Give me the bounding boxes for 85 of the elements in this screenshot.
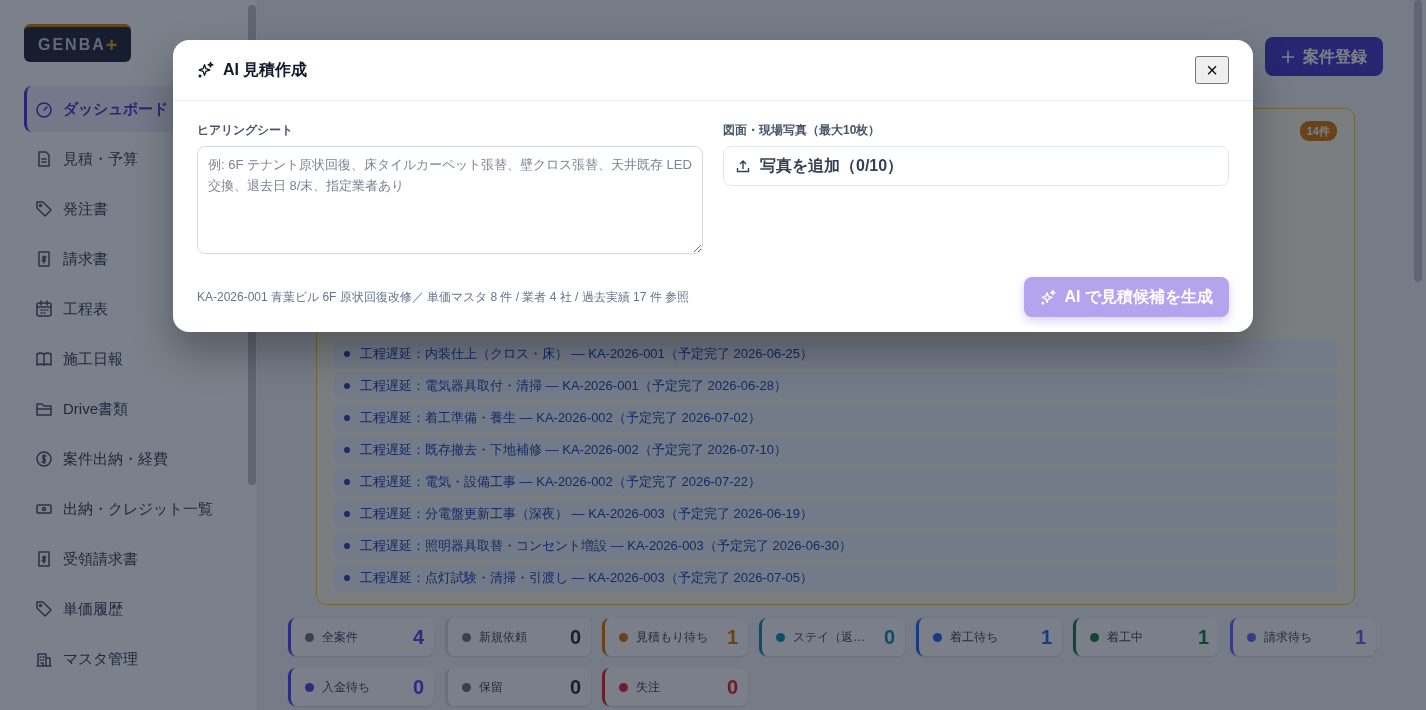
alert-item[interactable]: 工程遅延：既存撤去・下地補修 — KA-2026-002（予定完了 2026-07-10） xyxy=(334,436,1337,464)
status-count: 1 xyxy=(726,625,738,650)
alert-item[interactable]: 工程遅延：分電盤更新工事（深夜） — KA-2026-003（予定完了 2026-06-19） xyxy=(334,500,1337,528)
alert-text: 工程遅延：点灯試験・清掃・引渡し — KA-2026-003（予定完了 2026-07-05） xyxy=(360,569,813,588)
sidebar-item[interactable]: 受領請求書 xyxy=(24,536,243,582)
alert-text: 工程遅延：内装仕上（クロス・床） — KA-2026-001（予定完了 2026-06-25） xyxy=(360,345,813,364)
status-label: 新規依頼 xyxy=(479,629,528,646)
document-icon xyxy=(35,150,53,168)
status-card[interactable]: 着工待ち 1 xyxy=(916,618,1062,656)
status-label: 全案件 xyxy=(322,629,359,646)
sidebar-item[interactable]: 出納・クレジット一覧 xyxy=(24,486,243,532)
field-label: 図面・現場写真（最大10枚） xyxy=(723,122,882,139)
bullet-icon xyxy=(344,575,350,581)
input-field[interactable]: 例: 6F テナント原状回復、床タイルカーペット張替、壁クロス張替、天井既存 LED 交換、退去日 8/末、指定業者あり xyxy=(197,146,703,254)
plus-icon xyxy=(1281,49,1295,64)
receipt-icon xyxy=(35,250,53,268)
alert-item[interactable]: 工程遅延：点灯試験・清掃・引渡し — KA-2026-003（予定完了 2026-07-05） xyxy=(334,564,1337,592)
bullet-icon xyxy=(344,415,350,421)
bullet-icon xyxy=(344,351,350,357)
count-badge: 14件 xyxy=(1299,120,1337,142)
alert-item[interactable]: 工程遅延：内装仕上（クロス・床） — KA-2026-001（予定完了 2026-06-25） xyxy=(334,340,1337,368)
context-note: KA-2026-001 青葉ビル 6F 原状回復改修／ 単価マスタ 8 件 / 業者 4 社 / 過去実績 17 件 参照 xyxy=(197,289,690,306)
dollar-icon xyxy=(35,450,53,468)
bullet-icon xyxy=(344,543,350,549)
status-card[interactable]: 新規依頼 0 xyxy=(445,618,591,656)
close-button[interactable]: × xyxy=(1195,56,1229,84)
bullet-icon xyxy=(344,511,350,517)
status-label: 着工待ち xyxy=(950,629,999,646)
alert-item[interactable]: 工程遅延：照明器具取替・コンセント増設 — KA-2026-003（予定完了 2026-06-30） xyxy=(334,532,1337,560)
status-label: ステイ（返… xyxy=(793,629,866,646)
tag-icon xyxy=(35,600,53,618)
alert-text: 工程遅延：電気器具取付・清掃 — KA-2026-001（予定完了 2026-06-28） xyxy=(360,377,787,396)
status-card[interactable]: 保留 0 xyxy=(445,668,591,706)
logo: GENBA+ xyxy=(24,24,132,62)
status-count: 0 xyxy=(883,625,895,650)
status-count: 0 xyxy=(569,675,581,700)
alert-item[interactable]: 工程遅延：電気・設備工事 — KA-2026-002（予定完了 2026-07-22） xyxy=(334,468,1337,496)
status-count: 1 xyxy=(1354,625,1366,650)
status-label: 保留 xyxy=(479,679,504,696)
calendar-icon xyxy=(35,300,53,318)
status-count: 0 xyxy=(726,675,738,700)
status-card[interactable]: 見積もり待ち 1 xyxy=(602,618,748,656)
status-label: 入金待ち xyxy=(322,679,371,696)
modal-title: AI 見積作成 xyxy=(223,60,308,80)
sidebar-item[interactable]: Drive書類 xyxy=(24,386,243,432)
tag-icon xyxy=(35,200,53,218)
bullet-icon xyxy=(344,447,350,453)
status-label: 着工中 xyxy=(1107,629,1144,646)
status-count: 0 xyxy=(412,675,424,700)
receipt-icon xyxy=(35,550,53,568)
status-card[interactable]: 失注 0 xyxy=(602,668,748,706)
sparkle-icon xyxy=(1039,288,1057,306)
status-card[interactable]: ステイ（返… 0 xyxy=(759,618,905,656)
bullet-icon xyxy=(344,383,350,389)
sidebar-item[interactable]: 案件出納・経費 xyxy=(24,436,243,482)
status-count: 1 xyxy=(1040,625,1052,650)
alert-item[interactable]: 工程遅延：電気器具取付・清掃 — KA-2026-001（予定完了 2026-06-28） xyxy=(334,372,1337,400)
new-project-button[interactable]: 案件登録 xyxy=(1265,37,1383,76)
status-card[interactable]: 入金待ち 0 xyxy=(288,668,434,706)
building-icon xyxy=(35,650,53,668)
alert-text: 工程遅延：着工準備・養生 — KA-2026-002（予定完了 2026-07-02） xyxy=(360,409,761,428)
status-count: 0 xyxy=(569,625,581,650)
book-icon xyxy=(35,350,53,368)
alert-text: 工程遅延：電気・設備工事 — KA-2026-002（予定完了 2026-07-22） xyxy=(360,473,761,492)
status-card[interactable]: 全案件 4 xyxy=(288,618,434,656)
status-count: 4 xyxy=(412,625,424,650)
upload-icon xyxy=(736,159,750,173)
status-label: 請求待ち xyxy=(1264,629,1313,646)
status-label: 失注 xyxy=(636,679,661,696)
alert-text: 工程遅延：既存撤去・下地補修 — KA-2026-002（予定完了 2026-07-10） xyxy=(360,441,787,460)
alert-text: 工程遅延：分電盤更新工事（深夜） — KA-2026-003（予定完了 2026-06-19） xyxy=(360,505,813,524)
folder-icon xyxy=(35,400,53,418)
status-card[interactable]: 着工中 1 xyxy=(1073,618,1219,656)
sidebar-item[interactable]: 施工日報 xyxy=(24,336,243,382)
add-photo-button[interactable]: 写真を追加（0/10） xyxy=(723,146,1229,186)
sidebar-item[interactable]: 単価履歴 xyxy=(24,586,243,632)
gauge-icon xyxy=(35,100,53,118)
bullet-icon xyxy=(344,479,350,485)
alert-text: 工程遅延：照明器具取替・コンセント増設 — KA-2026-003（予定完了 2026-06-30） xyxy=(360,537,852,556)
status-count: 1 xyxy=(1197,625,1209,650)
sidebar-item[interactable]: マスタ管理 xyxy=(24,636,243,682)
status-label: 見積もり待ち xyxy=(636,629,709,646)
alert-item[interactable]: 工程遅延：着工準備・養生 — KA-2026-002（予定完了 2026-07-02） xyxy=(334,404,1337,432)
status-card[interactable]: 請求待ち 1 xyxy=(1230,618,1376,656)
sparkle-icon xyxy=(197,61,215,79)
